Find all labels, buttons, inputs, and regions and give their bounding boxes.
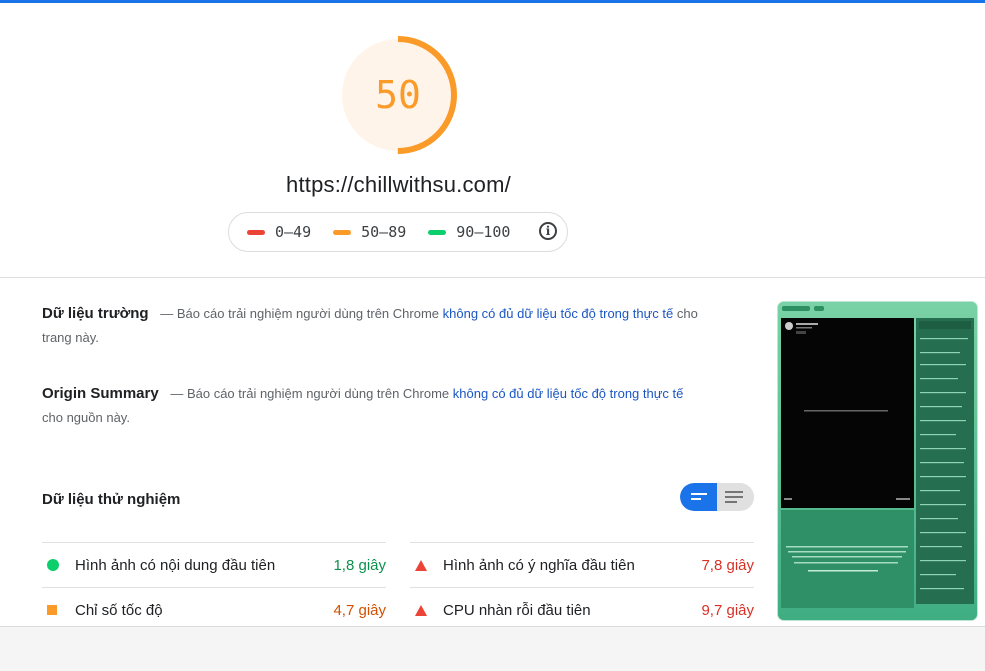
origin-summary-link[interactable]: không có đủ dữ liệu tốc độ trong thực tế [453,386,684,401]
legend-pass-swatch [428,229,447,235]
legend-average-label: 50–89 [361,223,407,241]
metric-label: CPU nhàn rỗi đầu tiên [443,601,591,619]
field-data-description: Báo cáo trải nghiệm người dùng trên Chro… [176,306,440,321]
info-icon[interactable]: i [539,222,557,240]
origin-summary-section: Origin Summary — Báo cáo trải nghiệm ngư… [42,382,687,430]
metric-first-meaningful-paint: Hình ảnh có ý nghĩa đầu tiên 7,8 giây [410,542,754,587]
field-data-section: Dữ liệu trường — Báo cáo trải nghiệm ngư… [42,302,702,350]
list-view-button[interactable] [680,483,717,511]
score-legend: 0–49 50–89 90–100 i [228,212,568,252]
top-accent-bar [0,0,985,3]
tested-url: https://chillwithsu.com/ [286,172,511,197]
section-divider [0,277,985,278]
legend-item-average: 50–89 [333,223,406,241]
metric-label: Hình ảnh có nội dung đầu tiên [75,556,276,574]
field-data-dash: — [160,306,174,321]
performance-score-gauge: 50 [338,35,458,155]
legend-item-fail: 0–49 [247,223,311,241]
pass-circle-icon [47,559,59,571]
origin-summary-dash: — [170,386,184,401]
origin-summary-description-end: cho nguồn này. [42,410,130,425]
field-data-title: Dữ liệu trường [42,305,149,322]
fail-triangle-icon [415,559,427,571]
metric-label: Hình ảnh có ý nghĩa đầu tiên [443,556,635,574]
metric-first-contentful-paint: Hình ảnh có nội dung đầu tiên 1,8 giây [42,542,386,587]
legend-pass-label: 90–100 [456,223,511,241]
page-screenshot-thumbnail [778,302,977,620]
metric-label: Chỉ số tốc độ [75,601,163,619]
metric-value: 1,8 giây [333,556,386,574]
metrics-view-toggle[interactable] [680,483,754,511]
average-square-icon [47,605,57,615]
legend-average-swatch [333,229,352,235]
legend-item-pass: 90–100 [428,223,510,241]
metric-value: 4,7 giây [333,601,386,619]
bottom-region [0,627,985,671]
metric-value: 7,8 giây [701,556,754,574]
lab-data-title: Dữ liệu thử nghiệm [42,491,181,508]
origin-summary-description: Báo cáo trải nghiệm người dùng trên Chro… [186,386,450,401]
detail-view-button[interactable] [717,483,754,511]
field-data-link[interactable]: không có đủ dữ liệu tốc độ trong thực tế [443,306,674,321]
metric-value: 9,7 giây [701,601,754,619]
legend-fail-label: 0–49 [275,223,312,241]
legend-fail-swatch [247,229,265,235]
fail-triangle-icon [415,604,427,616]
performance-score: 50 [375,73,421,117]
origin-summary-title: Origin Summary [42,385,159,402]
